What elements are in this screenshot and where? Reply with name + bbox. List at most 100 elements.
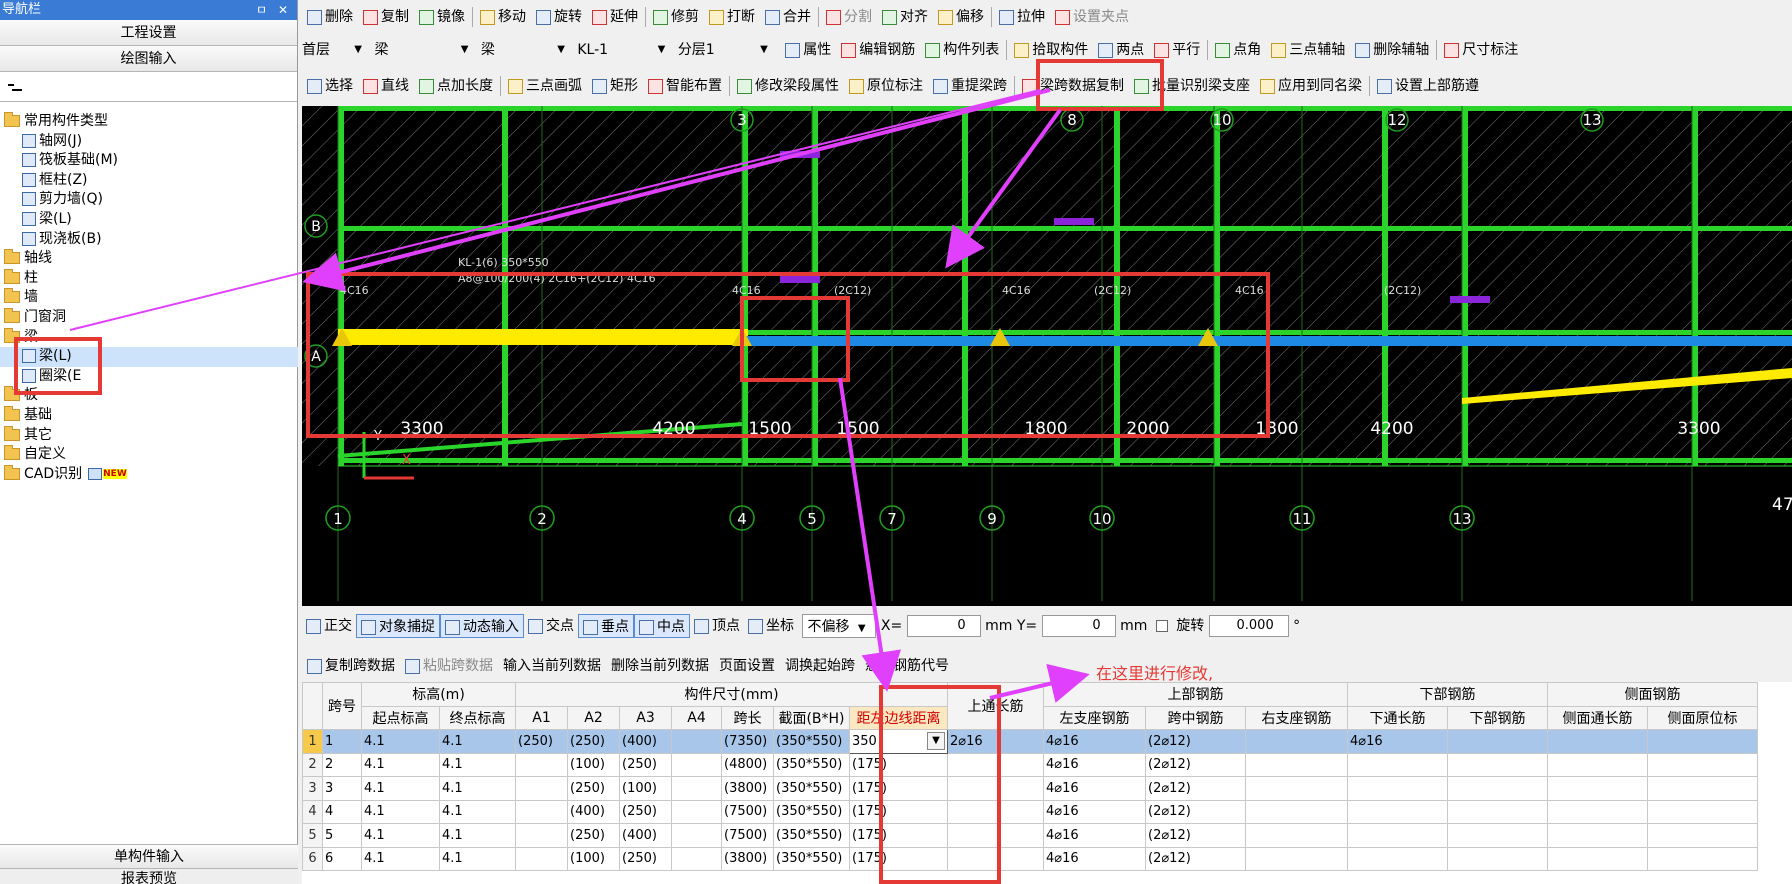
cell-a4[interactable] [671, 823, 722, 848]
rotate-checkbox[interactable] [1155, 620, 1168, 632]
draw-tool-1[interactable]: 直线 [358, 73, 414, 99]
cell-sec[interactable]: (350*550) [773, 823, 850, 848]
cell-span[interactable]: 2 [322, 752, 362, 777]
row-number[interactable]: 5 [302, 823, 323, 848]
cell-e[interactable]: 4.1 [439, 823, 516, 848]
cell-left[interactable]: 4⌀16 [1043, 776, 1146, 801]
cell-s[interactable]: 4.1 [361, 776, 440, 801]
cell-a4[interactable] [671, 799, 722, 824]
member-tool-9[interactable]: 尺寸标注 [1439, 37, 1523, 63]
cell-top[interactable]: 2⌀16 [947, 729, 1044, 754]
cell-a1[interactable] [515, 776, 568, 801]
cell-a3[interactable]: (250) [619, 846, 672, 871]
table-row[interactable]: 1 1 4.1 4.1 (250) (250) (400) (7350) (350*550) 35… [302, 729, 1758, 754]
draw-tool-2[interactable]: 点加长度 [414, 73, 498, 99]
cell-right[interactable] [1245, 799, 1348, 824]
cell-sec[interactable]: (350*550) [773, 846, 850, 871]
edit-tool-4[interactable]: 旋转 [531, 4, 587, 30]
table-row[interactable]: 3 3 4.1 4.1 (250) (100) (3800) (350*550) (175) 4⌀… [302, 776, 1758, 801]
table-row[interactable]: 5 5 4.1 4.1 (250) (400) (7500) (350*550) (175) 4⌀… [302, 823, 1758, 848]
cell-top[interactable] [947, 846, 1044, 871]
cell-right[interactable] [1245, 823, 1348, 848]
cell-botlong[interactable] [1347, 799, 1448, 824]
tree-item[interactable]: 梁(L) [0, 347, 298, 367]
cell-left[interactable]: 4⌀16 [1043, 846, 1146, 871]
table-row[interactable]: 4 4 4.1 4.1 (400) (250) (7500) (350*550) (175) 4⌀… [302, 799, 1758, 824]
edit-tool-6[interactable]: 修剪 [648, 4, 704, 30]
cell-sec[interactable]: (350*550) [773, 799, 850, 824]
offset-select[interactable]: 不偏移 ▼ [802, 614, 877, 638]
table-tool-1[interactable]: 粘贴跨数据 [400, 652, 498, 680]
edit-tool-10[interactable]: 对齐 [877, 4, 933, 30]
tree-item[interactable]: 基础 [0, 405, 298, 426]
cell-a1[interactable] [515, 752, 568, 777]
x-input[interactable]: 0 [906, 615, 981, 637]
edit-tool-12[interactable]: 拉伸 [994, 4, 1050, 30]
edit-tool-1[interactable]: 复制 [358, 4, 414, 30]
cell-e[interactable]: 4.1 [439, 752, 516, 777]
draw-tool-0[interactable]: 选择 [302, 73, 358, 99]
collapse-tree-icon[interactable] [8, 80, 22, 94]
cell-left[interactable]: 4⌀16 [1043, 799, 1146, 824]
table-tool-3[interactable]: 删除当前列数据 [606, 652, 714, 680]
table-tool-0[interactable]: 复制跨数据 [302, 652, 400, 680]
tree-item[interactable]: 圈梁(E [0, 367, 298, 387]
cell-mid[interactable]: (2⌀12) [1145, 776, 1246, 801]
draw-tool-7[interactable]: 原位标注 [844, 73, 928, 99]
cell-span[interactable]: 4 [322, 799, 362, 824]
edit-tool-2[interactable]: 镜像 [414, 4, 470, 30]
member-tool-4[interactable]: 两点 [1093, 37, 1149, 63]
close-icon[interactable]: ✕ [278, 0, 288, 20]
cell-len[interactable]: (7350) [721, 729, 774, 754]
cell-len[interactable]: (4800) [721, 752, 774, 777]
layer-select[interactable]: 分层1 ▼ [677, 39, 770, 61]
cell-mid[interactable]: (2⌀12) [1145, 799, 1246, 824]
cell-sec[interactable]: (350*550) [773, 776, 850, 801]
cell-bot[interactable] [1447, 729, 1548, 754]
cell-sidein[interactable] [1647, 799, 1758, 824]
cell-span[interactable]: 1 [322, 729, 362, 754]
cell-botlong[interactable] [1347, 846, 1448, 871]
cell-dist[interactable]: (175) [849, 823, 948, 848]
snap-option-4[interactable]: 垂点 [578, 614, 634, 638]
cell-top[interactable] [947, 823, 1044, 848]
cell-right[interactable] [1245, 846, 1348, 871]
cell-botlong[interactable] [1347, 752, 1448, 777]
cell-sidein[interactable] [1647, 846, 1758, 871]
member-tool-3[interactable]: 拾取构件 [1009, 37, 1093, 63]
member-tool-1[interactable]: 编辑钢筋 [836, 37, 920, 63]
cell-a1[interactable] [515, 799, 568, 824]
table-tool-2[interactable]: 输入当前列数据 [498, 652, 606, 680]
row-number[interactable]: 6 [302, 846, 323, 871]
edit-tool-11[interactable]: 偏移 [933, 4, 989, 30]
table-row[interactable]: 6 6 4.1 4.1 (100) (250) (3800) (350*550) (175) 4⌀… [302, 846, 1758, 871]
member-tool-8[interactable]: 删除辅轴 [1350, 37, 1434, 63]
snap-option-3[interactable]: 交点 [524, 614, 578, 638]
cell-a2[interactable]: (250) [567, 823, 620, 848]
tree-item[interactable]: 常用构件类型 [0, 112, 298, 132]
edit-tool-9[interactable]: 分割 [821, 4, 877, 30]
cell-span[interactable]: 5 [322, 823, 362, 848]
cell-left[interactable]: 4⌀16 [1043, 729, 1146, 754]
rotate-input[interactable]: 0.000 [1208, 615, 1289, 637]
cell-side[interactable] [1547, 846, 1648, 871]
draw-tool-4[interactable]: 矩形 [587, 73, 643, 99]
cell-sec[interactable]: (350*550) [773, 752, 850, 777]
cell-right[interactable] [1245, 752, 1348, 777]
cell-span[interactable]: 6 [322, 846, 362, 871]
snap-option-1[interactable]: 对象捕捉 [356, 614, 440, 638]
draw-tool-8[interactable]: 重提梁跨 [928, 73, 1012, 99]
cell-side[interactable] [1547, 729, 1648, 754]
tree-item[interactable]: 现浇板(B) [0, 230, 298, 250]
edit-tool-0[interactable]: 删除 [302, 4, 358, 30]
snap-option-0[interactable]: 正交 [302, 614, 356, 638]
cell-left[interactable]: 4⌀16 [1043, 752, 1146, 777]
cell-a2[interactable]: (100) [567, 846, 620, 871]
cell-sec[interactable]: (350*550) [773, 729, 850, 754]
drawing-input-button[interactable]: 绘图输入 [0, 46, 297, 72]
cell-side[interactable] [1547, 799, 1648, 824]
tree-item[interactable]: 轴线 [0, 249, 298, 269]
cell-dist[interactable]: 350 ▼ [849, 729, 948, 754]
cell-len[interactable]: (7500) [721, 799, 774, 824]
cell-mid[interactable]: (2⌀12) [1145, 752, 1246, 777]
